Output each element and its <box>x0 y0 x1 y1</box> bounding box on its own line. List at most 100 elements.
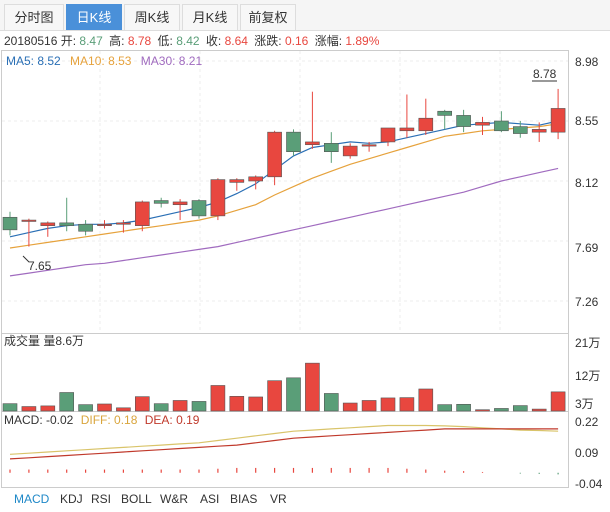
tab-weekly-kline[interactable]: 周K线 <box>124 4 180 30</box>
gridlines <box>2 51 568 333</box>
candle-body-1 <box>21 219 37 222</box>
candle-body-13 <box>248 176 263 182</box>
candle-body-20 <box>380 127 396 143</box>
volume-bar-26 <box>494 408 509 412</box>
info-low: 8.42 <box>176 34 200 48</box>
tab-monthly-kline[interactable]: 月K线 <box>182 4 238 30</box>
candle-body-9 <box>172 201 188 206</box>
volume-bar-25 <box>475 409 490 412</box>
candle-body-14 <box>267 131 282 178</box>
volume-bar-12 <box>229 396 245 412</box>
ma30-line <box>9 167 559 277</box>
volume-bar-27 <box>512 405 528 412</box>
volume-bar-29 <box>550 391 566 412</box>
volume-bar-1 <box>21 406 37 412</box>
volume-bar-11 <box>210 385 226 412</box>
volume-bar-6 <box>116 407 131 412</box>
macd-value: MACD: -0.02 <box>4 413 74 427</box>
volume-panel-frame <box>1 333 569 412</box>
candle-body-28 <box>531 129 547 133</box>
volume-bar-10 <box>191 401 207 412</box>
dea-value: DEA: 0.19 <box>145 413 200 427</box>
volume-bar-4 <box>78 404 93 412</box>
volume-bar-16 <box>305 362 320 412</box>
volume-bar-24 <box>456 403 471 412</box>
candle-body-5 <box>97 223 112 226</box>
indicator-tab-macd[interactable]: MACD <box>14 492 49 506</box>
candle-body-4 <box>78 223 93 232</box>
ma5-legend: MA5: 8.52 <box>6 54 61 68</box>
info-change-label: 涨跌: <box>254 33 281 48</box>
candle-body-25 <box>475 122 490 126</box>
indicator-tab-boll[interactable]: BOLL <box>121 492 152 506</box>
volume-title: 成交量 量8.6万 <box>4 333 84 348</box>
info-pct-label: 涨幅: <box>315 33 342 48</box>
candle-body-12 <box>229 179 245 183</box>
volume-bar-8 <box>153 403 169 412</box>
price-tick-2: 8.12 <box>575 176 599 190</box>
indicator-tab-vr[interactable]: VR <box>270 492 287 506</box>
candle-body-11 <box>210 179 226 217</box>
volume-bar-14 <box>267 380 282 412</box>
moving-average-lines <box>9 120 559 277</box>
macd-legend: MACD: -0.02 DIFF: 0.18 DEA: 0.19 <box>4 413 200 427</box>
volume-bar-3 <box>59 392 75 412</box>
volume-bar-22 <box>418 388 434 412</box>
candle-body-16 <box>305 141 320 146</box>
indicator-tab-kdj[interactable]: KDJ <box>60 492 83 506</box>
volume-tick-2: 3万 <box>575 397 594 411</box>
ma5-line <box>9 120 559 238</box>
tab-intraday[interactable]: 分时图 <box>4 4 64 30</box>
candle-body-19 <box>361 144 377 147</box>
volume-bar-7 <box>135 396 150 412</box>
low-marker-label: 7.65 <box>28 259 52 273</box>
info-close-label: 收: <box>206 34 221 48</box>
volume-bar-19 <box>361 400 377 412</box>
candle-body-2 <box>40 222 56 226</box>
ma10-legend: MA10: 8.53 <box>70 54 132 68</box>
volume-bar-15 <box>286 377 301 412</box>
volume-bar-5 <box>97 403 112 412</box>
price-tick-3: 7.69 <box>575 241 599 255</box>
price-tick-4: 7.26 <box>575 295 599 309</box>
tab-forward-adjusted[interactable]: 前复权 <box>240 4 296 30</box>
indicator-tab-wr[interactable]: W&R <box>160 492 188 506</box>
indicator-tab-bias[interactable]: BIAS <box>230 492 257 506</box>
info-high: 8.78 <box>128 34 152 48</box>
high-marker-label: 8.78 <box>533 67 557 81</box>
macd-tick-1: 0.09 <box>575 446 599 460</box>
info-close: 8.64 <box>225 34 249 48</box>
candle-body-8 <box>153 200 169 204</box>
indicator-tab-asi[interactable]: ASI <box>200 492 219 506</box>
volume-tick-1: 12万 <box>575 369 600 383</box>
candle-body-10 <box>191 200 207 217</box>
candle-body-0 <box>2 216 18 231</box>
volume-tick-0: 21万 <box>575 336 600 350</box>
volume-bar-13 <box>248 396 263 412</box>
candle-body-18 <box>342 145 358 157</box>
indicator-tab-rsi[interactable]: RSI <box>91 492 111 506</box>
candlesticks <box>2 88 566 247</box>
info-pct: 1.89% <box>345 34 379 48</box>
indicator-tabs: MACD KDJ RSI BOLL W&R ASI BIAS VR <box>0 490 610 512</box>
dea-line <box>9 428 559 460</box>
volume-bar-21 <box>399 397 415 412</box>
macd-tick-2: -0.04 <box>575 477 603 490</box>
volume-bars <box>2 362 566 412</box>
candle-body-27 <box>512 126 528 134</box>
volume-bar-18 <box>342 402 358 412</box>
volume-bar-28 <box>531 408 547 412</box>
candle-body-17 <box>323 143 339 152</box>
info-low-label: 低: <box>158 34 173 48</box>
tab-daily-kline[interactable]: 日K线 <box>66 4 122 30</box>
info-open: 8.47 <box>79 34 103 48</box>
candle-body-23 <box>437 110 453 116</box>
macd-tick-0: 0.22 <box>575 415 599 429</box>
candle-body-3 <box>59 222 75 226</box>
stock-chart: 20180516 开: 8.47 高: 8.78 低: 8.42 收: 8.64… <box>1 33 603 490</box>
info-change: 0.16 <box>285 34 309 48</box>
volume-bar-17 <box>323 393 339 412</box>
info-high-label: 高: <box>109 33 124 48</box>
volume-bar-9 <box>172 400 188 412</box>
price-tick-0: 8.98 <box>575 55 599 69</box>
